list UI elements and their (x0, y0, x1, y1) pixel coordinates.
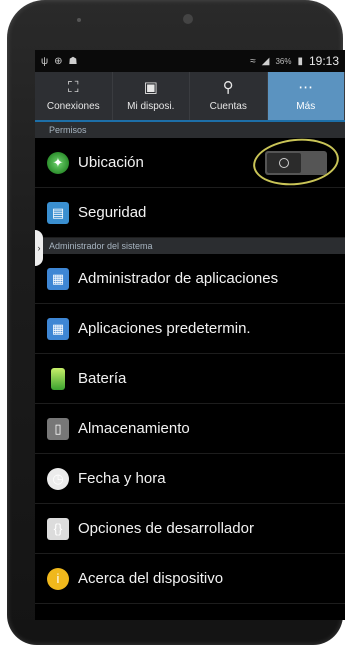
tab-cuentas[interactable]: ⚲ Cuentas (190, 72, 268, 120)
proximity-sensor (77, 18, 81, 22)
settings-item-default-apps[interactable]: ▦ Aplicaciones predetermin. (35, 304, 345, 354)
notification-icon: ☗ (68, 55, 78, 67)
key-icon: ⚲ (222, 79, 234, 96)
connections-icon: ⛶ (67, 79, 79, 96)
section-header-permisos: Permisos (35, 122, 345, 138)
section-header-admin: Administrador del sistema (35, 238, 345, 254)
phone-frame: ψ ⊕ ☗ ≈ ◢ 36% ▮ 19:13 ⛶ Conexiones ▣ Mi … (7, 0, 345, 645)
tab-label: Más (296, 101, 316, 112)
item-label: Aplicaciones predetermin. (78, 320, 251, 337)
clock: 19:13 (308, 54, 339, 68)
front-camera (183, 14, 193, 24)
clock-icon: ◷ (47, 467, 69, 490)
developer-icon: {} (47, 517, 69, 540)
settings-screen: ψ ⊕ ☗ ≈ ◢ 36% ▮ 19:13 ⛶ Conexiones ▣ Mi … (35, 50, 345, 620)
ubicacion-row-wrap: ✦ Ubicación (35, 134, 345, 190)
pin-icon: ⊕ (54, 55, 63, 67)
status-right: ≈ ◢ 36% ▮ 19:13 (250, 54, 339, 68)
item-label: Fecha y hora (78, 470, 166, 487)
usb-icon: ψ (41, 55, 49, 67)
battery-percentage: 36% (275, 56, 292, 66)
more-icon: ⋯ (298, 79, 314, 96)
status-bar: ψ ⊕ ☗ ≈ ◢ 36% ▮ 19:13 (35, 50, 345, 72)
item-label: Seguridad (78, 204, 147, 221)
settings-item-almacenamiento[interactable]: ▯ Almacenamiento (35, 404, 345, 454)
apps-grid-icon: ▦ (47, 267, 69, 290)
wifi-icon: ≈ (250, 55, 256, 67)
storage-icon: ▯ (47, 417, 69, 440)
location-icon: ✦ (47, 151, 69, 174)
item-label: Acerca del dispositivo (78, 570, 224, 587)
item-label: Administrador de aplicaciones (78, 270, 279, 287)
item-label: Almacenamiento (78, 420, 190, 437)
settings-item-acerca[interactable]: i Acerca del dispositivo (35, 554, 345, 604)
tab-label: Conexiones (46, 101, 100, 112)
item-label: Opciones de desarrollador (78, 520, 254, 537)
settings-item-apps[interactable]: ▦ Administrador de aplicaciones (35, 254, 345, 304)
status-left: ψ ⊕ ☗ (41, 56, 78, 67)
settings-item-bateria[interactable]: Batería (35, 354, 345, 404)
settings-tabs: ⛶ Conexiones ▣ Mi disposi. ⚲ Cuentas ⋯ M… (35, 72, 345, 122)
tab-mas[interactable]: ⋯ Más (267, 72, 345, 120)
item-label: Ubicación (78, 154, 144, 171)
battery-icon: ▮ (297, 55, 303, 67)
settings-item-seguridad[interactable]: ▤ Seguridad (35, 188, 345, 238)
settings-item-fecha[interactable]: ◷ Fecha y hora (35, 454, 345, 504)
tab-conexiones[interactable]: ⛶ Conexiones (35, 72, 113, 120)
tab-label: Mi disposi. (127, 101, 175, 112)
item-label: Batería (78, 370, 127, 387)
battery-icon (51, 367, 65, 390)
default-apps-icon: ▦ (47, 317, 69, 340)
settings-item-desarrollador[interactable]: {} Opciones de desarrollador (35, 504, 345, 554)
security-icon: ▤ (47, 201, 69, 224)
tab-label: Cuentas (209, 101, 247, 112)
signal-icon: ◢ (261, 55, 270, 67)
device-icon: ▣ (143, 79, 158, 96)
tab-mi-dispositivo[interactable]: ▣ Mi disposi. (113, 72, 190, 120)
side-panel-handle[interactable]: › (35, 230, 43, 266)
info-icon: i (47, 567, 69, 590)
